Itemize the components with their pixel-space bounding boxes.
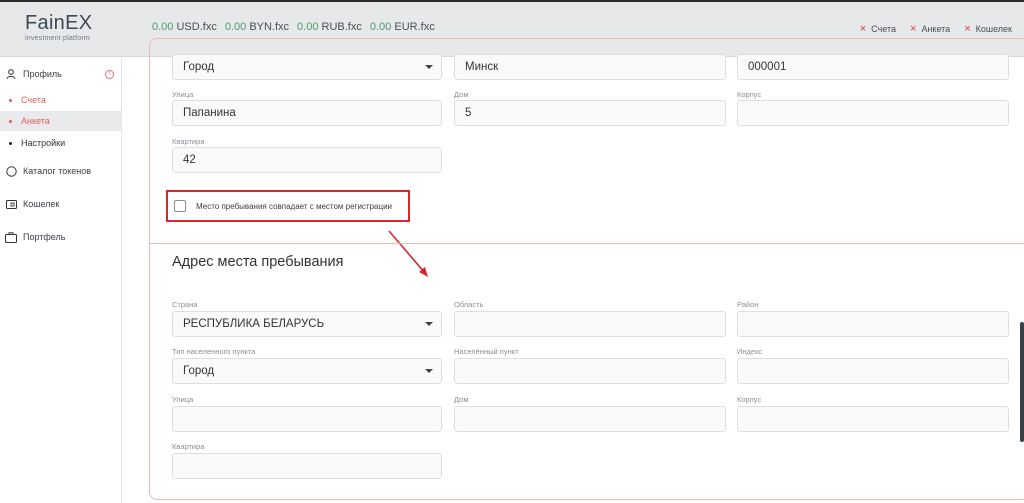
close-icon: × — [859, 22, 867, 35]
top-link-wallet[interactable]: × Кошелек — [964, 22, 1012, 35]
balance-eur: 0.00 EUR.fxc — [369, 21, 435, 33]
window-top-edge — [0, 0, 1024, 2]
sidebar-item-portfolio[interactable]: Портфель — [0, 229, 121, 245]
registration-building-input[interactable] — [737, 100, 1009, 126]
settlement-input[interactable] — [454, 358, 726, 384]
building-input[interactable] — [737, 406, 1009, 432]
registration-apartment-label: Квартира — [172, 137, 205, 146]
house-label: Дом — [454, 395, 469, 404]
index-input[interactable] — [737, 358, 1009, 384]
logo-subtitle: investment platform — [25, 35, 90, 42]
main-content: Город Минск 000001 Улица Папанина Дом 5 … — [122, 38, 1024, 503]
top-nav: × Счета × Анкета × Кошелек — [859, 22, 1012, 35]
settlement-type-label: Тип населенного пункта — [172, 347, 256, 356]
balance-byn: 0.00 BYN.fxc — [224, 21, 290, 33]
region-input[interactable] — [454, 311, 726, 337]
registration-settlement-type-select[interactable]: Город — [172, 54, 442, 80]
balances-bar: 0.00 USD.fxc 0.00 BYN.fxc 0.00 RUB.fxc 0… — [152, 21, 435, 33]
registration-street-input[interactable]: Папанина — [172, 100, 442, 126]
close-icon: × — [964, 22, 971, 35]
sidebar-item-settings[interactable]: Настройки — [0, 133, 121, 153]
chevron-down-icon — [425, 322, 433, 326]
sidebar-item-profile[interactable]: Профиль ! — [0, 66, 121, 82]
briefcase-icon — [5, 231, 17, 243]
sidebar-item-token-catalog[interactable]: Каталог токенов — [0, 163, 121, 179]
close-icon: × — [910, 22, 917, 35]
sidebar: Профиль ! Счета Анкета Настройки Каталог… — [0, 58, 122, 503]
top-link-questionnaire[interactable]: × Анкета — [910, 22, 950, 35]
street-label: Улица — [172, 395, 194, 404]
warning-icon: ! — [105, 69, 114, 79]
sidebar-item-accounts[interactable]: Счета — [0, 90, 121, 110]
same-address-checkbox-highlight: Место пребывания совпадает с местом реги… — [166, 190, 410, 222]
registration-building-label: Корпус — [737, 90, 762, 99]
country-select[interactable]: РЕСПУБЛИКА БЕЛАРУСЬ — [172, 311, 442, 337]
street-input[interactable] — [172, 406, 442, 432]
settlement-type-select[interactable]: Город — [172, 358, 442, 384]
country-label: Страна — [172, 300, 198, 309]
user-icon — [5, 68, 17, 80]
index-label: Индекс — [737, 347, 763, 356]
annotation-arrow-icon — [388, 230, 428, 277]
bullet-icon — [9, 119, 12, 123]
sidebar-item-wallet[interactable]: Кошелек — [0, 196, 121, 212]
building-label: Корпус — [737, 395, 762, 404]
house-input[interactable] — [454, 406, 726, 432]
bullet-icon — [9, 141, 12, 145]
logo[interactable]: FainEX — [25, 12, 92, 35]
region-label: Область — [454, 300, 484, 309]
district-input[interactable] — [737, 311, 1009, 337]
stay-address-title: Адрес места пребывания — [172, 254, 344, 270]
settlement-label: Населённый пункт — [454, 347, 519, 356]
same-address-checkbox-label[interactable]: Место пребывания совпадает с местом реги… — [196, 202, 392, 211]
registration-apartment-input[interactable]: 42 — [172, 147, 442, 173]
apartment-label: Квартира — [172, 442, 205, 451]
wallet-icon — [5, 198, 17, 210]
registration-street-label: Улица — [172, 90, 194, 99]
apartment-input[interactable] — [172, 453, 442, 479]
top-link-accounts[interactable]: × Счета — [859, 22, 896, 35]
circle-icon — [5, 165, 17, 177]
registration-index-input[interactable]: 000001 — [737, 54, 1009, 80]
bullet-icon — [9, 98, 12, 102]
balance-usd: 0.00 USD.fxc — [152, 21, 217, 33]
chevron-down-icon — [425, 65, 433, 69]
registration-house-label: Дом — [454, 90, 469, 99]
section-divider — [150, 243, 1024, 244]
sidebar-item-questionnaire[interactable]: Анкета — [0, 111, 121, 131]
registration-house-input[interactable]: 5 — [454, 100, 726, 126]
district-label: Район — [737, 300, 759, 309]
scrollbar-thumb[interactable] — [1020, 322, 1024, 442]
registration-settlement-input[interactable]: Минск — [454, 54, 726, 80]
same-address-checkbox[interactable] — [174, 200, 186, 212]
balance-rub: 0.00 RUB.fxc — [297, 21, 362, 33]
chevron-down-icon — [425, 369, 433, 373]
